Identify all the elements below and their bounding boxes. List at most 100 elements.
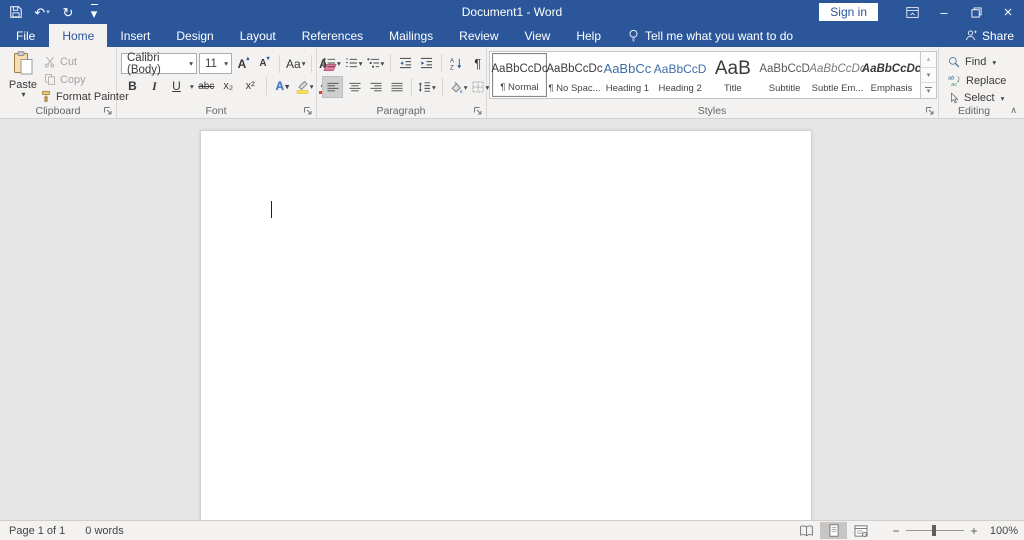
sign-in-button[interactable]: Sign in (819, 3, 878, 21)
align-right-button[interactable] (366, 77, 385, 97)
style-no-spacing[interactable]: AaBbCcDc ¶ No Spac... (546, 53, 603, 97)
decrease-indent-button[interactable] (396, 53, 415, 73)
tab-layout[interactable]: Layout (227, 24, 289, 47)
bold-button[interactable]: B (123, 76, 142, 96)
style-name: ¶ Normal (500, 82, 539, 93)
style-normal[interactable]: AaBbCcDc ¶ Normal (491, 53, 548, 97)
text-effects-button[interactable]: A ▾ (273, 76, 292, 96)
superscript-button[interactable]: x² (241, 76, 260, 96)
line-spacing-button[interactable]: ▾ (417, 77, 437, 97)
word-count[interactable]: 0 words (85, 525, 124, 537)
increase-indent-button[interactable] (417, 53, 436, 73)
style-title[interactable]: AaB Title (707, 53, 758, 97)
font-size-combo[interactable]: 11 ▾ (199, 53, 232, 74)
subscript-button[interactable]: x₂ (219, 76, 238, 96)
tab-review[interactable]: Review (446, 24, 511, 47)
zoom-slider-handle[interactable] (932, 525, 936, 536)
find-button[interactable]: Find ▾ (948, 56, 996, 68)
highlight-dropdown-icon: ▾ (309, 81, 314, 91)
styles-scroll-up-button[interactable]: ▴ (921, 52, 936, 68)
restore-button[interactable] (960, 0, 992, 24)
numbered-list-icon (345, 58, 357, 68)
align-right-icon (369, 82, 382, 91)
tab-home[interactable]: Home (49, 24, 108, 47)
styles-dialog-launcher[interactable] (925, 105, 935, 115)
tab-design[interactable]: Design (163, 24, 226, 47)
style-subtitle[interactable]: AaBbCcD Subtitle (759, 53, 810, 97)
grow-font-button[interactable]: A ▴ (234, 54, 253, 74)
align-center-button[interactable] (345, 77, 364, 97)
styles-scroll-down-button[interactable]: ▾ (921, 67, 936, 84)
tab-view[interactable]: View (512, 24, 564, 47)
tab-references[interactable]: References (289, 24, 376, 47)
font-size-dropdown-icon: ▾ (224, 59, 228, 68)
style-name: Heading 2 (658, 83, 702, 94)
save-button[interactable] (8, 1, 24, 23)
undo-button[interactable]: ↶ ▾ (34, 1, 50, 23)
close-button[interactable]: × (992, 0, 1024, 24)
find-label: Find (965, 56, 987, 68)
dialog-launcher-icon (474, 107, 482, 115)
zoom-slider[interactable] (906, 522, 964, 539)
style-heading2[interactable]: AaBbCcD Heading 2 (654, 53, 707, 97)
shading-button[interactable]: ▾ (448, 77, 469, 97)
shrink-font-button[interactable]: A ▾ (255, 54, 274, 74)
share-person-icon (966, 30, 977, 41)
page-indicator[interactable]: Page 1 of 1 (9, 525, 65, 537)
copy-icon (45, 74, 55, 85)
tell-me-box[interactable]: Tell me what you want to do (628, 24, 793, 47)
underline-dropdown-icon[interactable]: ▾ (190, 82, 194, 91)
minimize-button[interactable]: – (928, 0, 960, 24)
style-preview: AaBbCcD (759, 62, 810, 75)
numbering-button[interactable]: ▾ (344, 53, 364, 73)
divider (265, 77, 267, 95)
cut-button[interactable]: Cut (44, 56, 77, 68)
print-layout-button[interactable] (820, 522, 847, 539)
copy-button[interactable]: Copy (44, 73, 86, 86)
style-heading1[interactable]: AaBbCc Heading 1 (602, 53, 653, 97)
select-button[interactable]: Select ▾ (948, 92, 1004, 104)
align-left-button[interactable] (322, 76, 343, 98)
clipboard-dialog-launcher[interactable] (103, 105, 113, 115)
style-emphasis[interactable]: AaBbCcDc Emphasis (862, 53, 920, 97)
justify-button[interactable] (387, 77, 406, 97)
zoom-level[interactable]: 100% (982, 525, 1018, 537)
paragraph-dialog-launcher[interactable] (473, 105, 483, 115)
ribbon-display-options-button[interactable] (896, 0, 928, 24)
collapse-ribbon-button[interactable]: ∧ (1010, 105, 1017, 116)
paragraph-group: ▾ ▾ ▾ AZ ¶ ▾ ▾ ▾ Paragraph (316, 47, 489, 118)
change-case-button[interactable]: Aa ▾ (285, 54, 306, 74)
lightbulb-icon (629, 29, 638, 41)
font-name-combo[interactable]: Calibri (Body) ▾ (121, 52, 197, 76)
document-area[interactable] (0, 119, 1024, 521)
tab-file[interactable]: File (2, 24, 49, 47)
replace-button[interactable]: ab ac Replace (948, 74, 1006, 88)
shrink-font-arrow-icon: ▾ (266, 56, 270, 62)
text-highlight-button[interactable]: ▾ (295, 76, 315, 96)
style-subtle-emphasis[interactable]: AaBbCcDc Subtle Em... (809, 53, 865, 97)
underline-button[interactable]: U (167, 76, 186, 96)
style-preview: AaBbCcDc (546, 62, 603, 75)
zoom-out-button[interactable]: − (888, 524, 904, 538)
show-formatting-marks-button[interactable]: ¶ (468, 53, 487, 73)
tab-mailings[interactable]: Mailings (376, 24, 446, 47)
web-layout-button[interactable] (847, 522, 874, 539)
sort-button[interactable]: AZ (447, 53, 466, 73)
styles-gallery-more-button[interactable]: ▾ (921, 83, 936, 99)
document-page[interactable] (200, 130, 812, 521)
align-left-icon (326, 82, 339, 91)
customize-quick-access-button[interactable]: ▾ (86, 1, 102, 23)
multilevel-list-button[interactable]: ▾ (366, 53, 386, 73)
paste-button[interactable]: Paste ▾ (5, 51, 41, 105)
bullets-button[interactable]: ▾ (322, 53, 342, 73)
zoom-in-button[interactable]: + (966, 524, 982, 538)
italic-button[interactable]: I (145, 76, 164, 96)
title-bar: ↶ ▾ ↻ ▾ Document1 - Word Sign in – × (0, 0, 1024, 24)
read-mode-button[interactable] (793, 522, 820, 539)
tab-help[interactable]: Help (563, 24, 614, 47)
font-dialog-launcher[interactable] (303, 105, 313, 115)
tab-insert[interactable]: Insert (107, 24, 163, 47)
strikethrough-button[interactable]: abc (197, 76, 216, 96)
redo-button[interactable]: ↻ (60, 1, 76, 23)
share-button[interactable]: Share (964, 24, 1014, 47)
